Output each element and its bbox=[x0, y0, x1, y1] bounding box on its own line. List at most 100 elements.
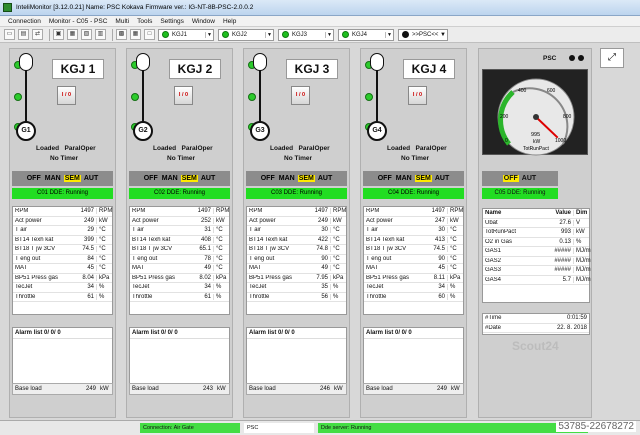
menu-help[interactable]: Help bbox=[223, 18, 236, 25]
value-number: 30 bbox=[321, 227, 328, 234]
base-load-field[interactable]: Base load 249 kW bbox=[12, 383, 113, 395]
menu-settings[interactable]: Settings bbox=[160, 18, 184, 25]
menu-tools[interactable]: Tools bbox=[137, 18, 152, 25]
unit-select-kgj1[interactable]: KGJ1 ▼ bbox=[158, 28, 214, 41]
breaker-button[interactable]: I / 0 bbox=[174, 86, 193, 105]
menu-connection[interactable]: Connection bbox=[8, 18, 41, 25]
unit-select-kgj4[interactable]: KGJ4 ▼ bbox=[338, 28, 394, 41]
value-number: 61 bbox=[87, 293, 94, 300]
base-load-field[interactable]: Base load 243 kW bbox=[129, 383, 230, 395]
mode-sem-button[interactable]: SEM bbox=[297, 175, 315, 182]
open-icon[interactable]: ▭ bbox=[4, 29, 15, 40]
mode-off-button[interactable]: OFF bbox=[377, 175, 393, 182]
menu-multi[interactable]: Multi bbox=[115, 18, 129, 25]
value-unit: MJ/m bbox=[573, 276, 591, 283]
table-row: Throttle 56% bbox=[247, 293, 346, 302]
table-row: BT18 T jw 3CV 74.5 °C bbox=[13, 245, 112, 255]
breaker-button[interactable]: I / 0 bbox=[291, 86, 310, 105]
mode-man-button[interactable]: MAN bbox=[161, 175, 179, 182]
value-number: 84 bbox=[87, 255, 94, 262]
table-row: T air 30 °C bbox=[364, 226, 463, 236]
value-unit: °C bbox=[96, 265, 112, 272]
unit-select-kgj3[interactable]: KGJ3 ▼ bbox=[278, 28, 334, 41]
table-row: T eng out 90 °C bbox=[247, 255, 346, 264]
time-table: #Time 0:01:59 #Date 22. 8. 2018 bbox=[482, 313, 590, 335]
alarm-list[interactable]: Alarm list 0/ 0/ 0 bbox=[129, 327, 230, 389]
toolbar-separator bbox=[112, 28, 113, 41]
gauge-svg: 0 200 400 600 800 1000 995 kW TotRunPact bbox=[497, 78, 575, 156]
genset-schematic: G4 KGJ 4 I / 0 Loaded ParalOper No Timer bbox=[361, 49, 466, 169]
save-icon[interactable]: ▣ bbox=[53, 29, 64, 40]
value-unit: °C bbox=[330, 236, 346, 243]
value-name: MAT bbox=[15, 265, 28, 272]
mode-man-button[interactable]: MAN bbox=[44, 175, 62, 182]
value-unit: kPa bbox=[213, 274, 229, 281]
base-load-field[interactable]: Base load 249 kW bbox=[363, 383, 464, 395]
mode-sem-button[interactable]: SEM bbox=[180, 175, 198, 182]
table-row: BP51 Press gas 8.04 kPa bbox=[13, 274, 112, 283]
settings-icon[interactable]: ▧ bbox=[81, 29, 92, 40]
mode-off-button[interactable]: OFF bbox=[260, 175, 276, 182]
folder-icon[interactable]: ▤ bbox=[18, 29, 29, 40]
mode-aut-button[interactable]: AUT bbox=[521, 175, 537, 182]
unit-select-kgj2[interactable]: KGJ2 ▼ bbox=[218, 28, 274, 41]
breaker-button[interactable]: I / 0 bbox=[408, 86, 427, 105]
value-name: TotRunPact bbox=[485, 229, 517, 236]
print-icon[interactable]: ▦ bbox=[67, 29, 78, 40]
grid-icon[interactable]: ▦ bbox=[130, 29, 141, 40]
transformer-icon bbox=[19, 53, 33, 71]
gauge-unit: kW bbox=[533, 139, 541, 145]
mode-aut-button[interactable]: AUT bbox=[317, 175, 333, 182]
gauge-tick-400: 400 bbox=[518, 88, 527, 94]
mode-off-button[interactable]: OFF bbox=[143, 175, 159, 182]
alarm-list[interactable]: Alarm list 0/ 0/ 0 bbox=[12, 327, 113, 389]
value-unit: % bbox=[330, 293, 346, 300]
mode-man-button[interactable]: MAN bbox=[395, 175, 413, 182]
value-number: 0:01:59 bbox=[566, 315, 587, 322]
value-number: 74.8 bbox=[316, 246, 328, 253]
connect-icon[interactable]: ⇄ bbox=[32, 29, 43, 40]
generator-icon: G1 bbox=[16, 121, 36, 141]
breaker-button[interactable]: I / 0 bbox=[57, 86, 76, 105]
psc-select[interactable]: >>PSC<< ▼ bbox=[398, 28, 448, 41]
mode-sem-button[interactable]: SEM bbox=[414, 175, 432, 182]
value-name: BT14 Texh kat bbox=[366, 236, 405, 243]
mode-sem-button[interactable]: SEM bbox=[63, 175, 81, 182]
menu-bar: Connection Monitor - C05 - PSC Multi Too… bbox=[0, 16, 640, 27]
chevron-down-icon: ▼ bbox=[205, 31, 213, 38]
value-name: Throttle bbox=[15, 293, 36, 300]
genset-schematic: G3 KGJ 3 I / 0 Loaded ParalOper No Timer bbox=[244, 49, 349, 169]
value-number: 78 bbox=[204, 255, 211, 262]
menu-window[interactable]: Window bbox=[192, 18, 215, 25]
base-load-field[interactable]: Base load 246 kW bbox=[246, 383, 347, 395]
timer-state: No Timer bbox=[284, 155, 313, 162]
mode-aut-button[interactable]: AUT bbox=[200, 175, 216, 182]
value-unit: °C bbox=[447, 246, 463, 253]
window-title: InteliMonitor [3.12.0.21] Name: PSC Koka… bbox=[16, 4, 254, 11]
table-row: #Date 22. 8. 2018 bbox=[483, 324, 589, 333]
value-name: MAT bbox=[249, 265, 262, 272]
alarm-list[interactable]: Alarm list 0/ 0/ 0 bbox=[363, 327, 464, 389]
mode-aut-button[interactable]: AUT bbox=[83, 175, 99, 182]
window-icon[interactable]: □ bbox=[144, 29, 155, 40]
mode-aut-button[interactable]: AUT bbox=[434, 175, 450, 182]
table-row: TotRunPact 993 kW bbox=[483, 228, 589, 238]
table-row: BT14 Texh kat 399 °C bbox=[13, 236, 112, 245]
value-name: Act power bbox=[366, 217, 393, 224]
alarm-list-header: Alarm list 0/ 0/ 0 bbox=[130, 328, 229, 339]
chart-icon[interactable]: ▩ bbox=[116, 29, 127, 40]
value-name: BP51 Press gas bbox=[249, 274, 293, 281]
gauge-hub bbox=[533, 114, 539, 120]
value-number: 61 bbox=[204, 293, 211, 300]
alarm-list[interactable]: Alarm list 0/ 0/ 0 bbox=[246, 327, 347, 389]
mode-man-button[interactable]: MAN bbox=[278, 175, 296, 182]
history-icon[interactable]: ▥ bbox=[95, 29, 106, 40]
value-number: 65.1 bbox=[199, 246, 211, 253]
maximize-icon[interactable]: ⤢ bbox=[600, 48, 624, 68]
genset-name: KGJ 1 bbox=[52, 59, 104, 79]
table-row: T eng out 78 °C bbox=[130, 255, 229, 264]
menu-monitor[interactable]: Monitor - C05 - PSC bbox=[49, 18, 108, 25]
mode-off-button[interactable]: OFF bbox=[26, 175, 42, 182]
mode-off-button[interactable]: OFF bbox=[502, 175, 519, 182]
value-name: TecJet bbox=[366, 284, 384, 291]
